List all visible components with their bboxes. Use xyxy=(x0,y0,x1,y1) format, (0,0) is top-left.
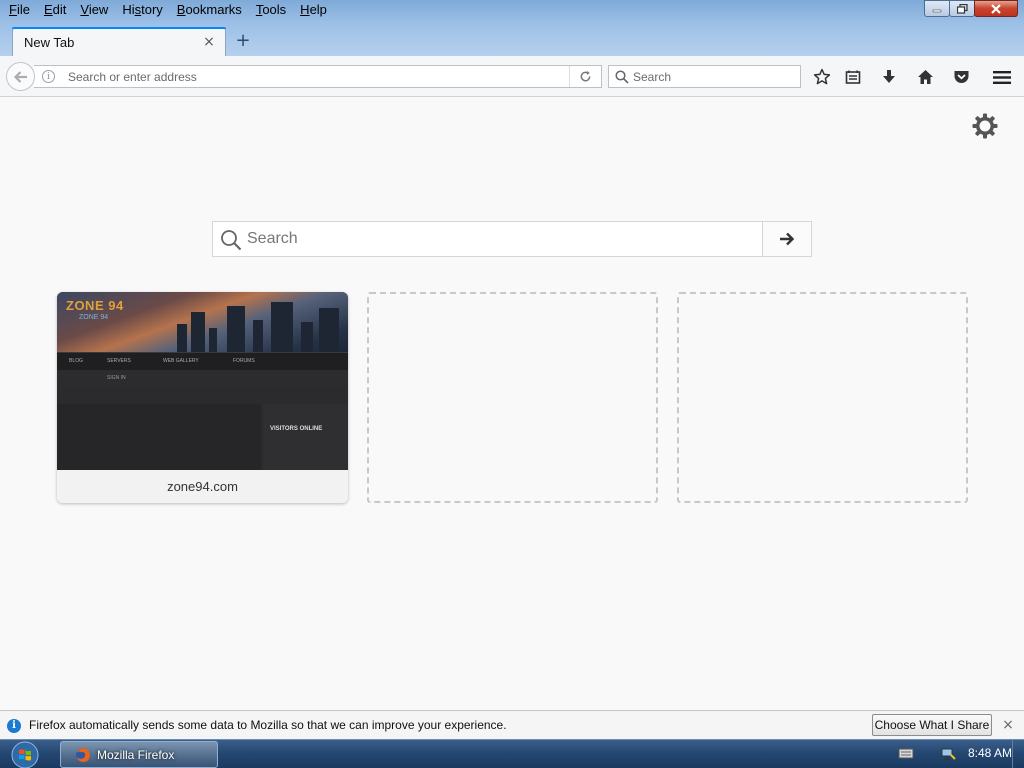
close-icon xyxy=(991,3,1001,14)
customize-button[interactable] xyxy=(970,111,1000,141)
menu-tools[interactable]: Tools xyxy=(249,0,293,20)
download-icon xyxy=(883,70,895,83)
show-desktop-button[interactable] xyxy=(1012,740,1024,768)
tab-close-button[interactable]: × xyxy=(203,35,215,49)
notification-message: Firefox automatically sends some data to… xyxy=(29,718,507,732)
home-button[interactable] xyxy=(914,66,936,88)
arrow-right-icon xyxy=(780,232,795,246)
window-controls xyxy=(924,0,1018,18)
top-site-tile[interactable]: ZONE 94 ZONE 94 BLOG SERVERS WEB GALLERY… xyxy=(57,292,348,503)
reading-list-icon xyxy=(845,70,861,84)
menu-bookmarks[interactable]: Bookmarks xyxy=(170,0,249,20)
system-clock[interactable]: 8:48 AM xyxy=(968,746,1012,760)
site-thumbnail: ZONE 94 ZONE 94 BLOG SERVERS WEB GALLERY… xyxy=(57,292,348,470)
taskbar-firefox-button[interactable]: Mozilla Firefox xyxy=(60,741,218,768)
bookmark-star-button[interactable] xyxy=(811,66,833,88)
reload-button[interactable] xyxy=(569,66,601,87)
menu-bar: File Edit View History Bookmarks Tools H… xyxy=(0,0,900,20)
open-menu-button[interactable] xyxy=(991,66,1013,88)
home-icon xyxy=(917,70,933,84)
reload-icon xyxy=(580,70,591,82)
keyboard-icon[interactable] xyxy=(898,746,914,760)
navigation-toolbar: i xyxy=(0,56,1024,97)
minimize-icon xyxy=(932,9,942,12)
pocket-icon xyxy=(954,71,968,83)
menu-help[interactable]: Help xyxy=(293,0,334,20)
window-titlebar: File Edit View History Bookmarks Tools H… xyxy=(0,0,1024,57)
pocket-button[interactable] xyxy=(950,66,972,88)
tab-title: New Tab xyxy=(24,35,75,50)
network-icon[interactable] xyxy=(940,746,956,762)
info-icon: i xyxy=(7,719,21,733)
tile-label: zone94.com xyxy=(57,470,348,503)
notification-close-button[interactable]: × xyxy=(1000,717,1016,733)
search-submit-button[interactable] xyxy=(762,222,811,256)
choose-what-i-share-button[interactable]: Choose What I Share xyxy=(872,714,992,736)
info-icon[interactable]: i xyxy=(42,70,55,83)
firefox-icon xyxy=(76,747,90,762)
tab-new-tab[interactable]: New Tab × xyxy=(12,27,226,57)
empty-tile-placeholder xyxy=(677,292,968,503)
downloads-button[interactable] xyxy=(878,66,900,88)
start-button[interactable] xyxy=(8,740,42,768)
minimize-button[interactable] xyxy=(924,0,950,17)
data-notification-bar: i Firefox automatically sends some data … xyxy=(0,710,1024,739)
windows-taskbar: Mozilla Firefox 8:48 AM xyxy=(0,739,1024,768)
back-button[interactable] xyxy=(6,62,35,91)
back-arrow-icon xyxy=(13,70,27,83)
url-bar[interactable]: i xyxy=(34,65,602,88)
toolbar-search-input[interactable] xyxy=(633,66,798,87)
newtab-search-input[interactable] xyxy=(247,222,757,256)
search-icon xyxy=(615,70,629,84)
empty-tile-placeholder xyxy=(367,292,658,503)
taskbar-firefox-label: Mozilla Firefox xyxy=(97,747,175,762)
menu-edit[interactable]: Edit xyxy=(37,0,73,20)
close-window-button[interactable] xyxy=(974,0,1018,17)
gear-icon xyxy=(972,113,998,139)
menu-file[interactable]: File xyxy=(2,0,37,20)
search-icon xyxy=(221,230,242,251)
bookmarks-menu-button[interactable] xyxy=(842,66,864,88)
menu-view[interactable]: View xyxy=(73,0,115,20)
bookmark-star-icon xyxy=(813,68,831,85)
hamburger-menu-icon xyxy=(993,70,1011,84)
url-input[interactable] xyxy=(68,66,568,87)
toolbar-search-box[interactable] xyxy=(608,65,801,88)
new-tab-button[interactable]: + xyxy=(234,31,252,51)
restore-button[interactable] xyxy=(949,0,975,17)
newtab-search-box[interactable] xyxy=(212,221,812,257)
restore-icon xyxy=(956,3,968,14)
new-tab-page: ZONE 94 ZONE 94 BLOG SERVERS WEB GALLERY… xyxy=(0,97,1024,710)
menu-history[interactable]: History xyxy=(115,0,169,20)
windows-start-icon xyxy=(11,741,39,768)
